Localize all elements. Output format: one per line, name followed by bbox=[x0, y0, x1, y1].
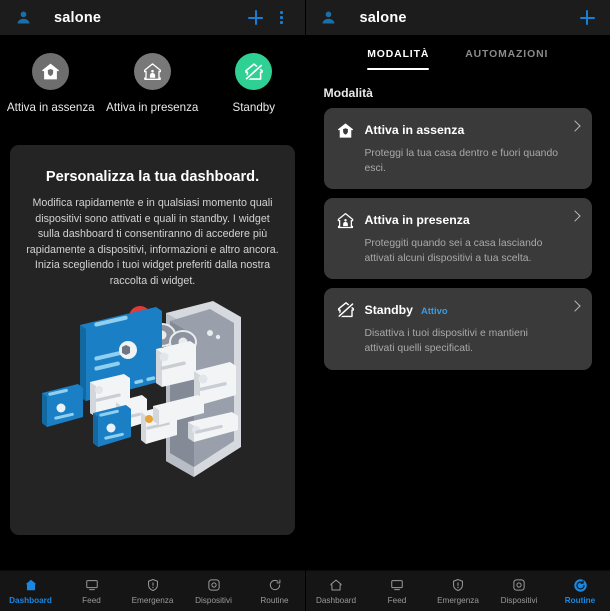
tab-label: AUTOMAZIONI bbox=[465, 49, 549, 60]
mode-card-standby[interactable]: Standby Attivo Disattiva i tuoi disposit… bbox=[323, 288, 592, 370]
nav-label: Feed bbox=[82, 595, 101, 605]
mode-shortcut-label: Attiva in assenza bbox=[6, 101, 95, 114]
plus-icon[interactable] bbox=[574, 5, 600, 31]
mode-card-title: Standby bbox=[364, 303, 414, 318]
nav-item-dashboard[interactable]: Dashboard bbox=[306, 578, 367, 605]
nav-label: Routine bbox=[260, 595, 289, 605]
nav-label: Dispositivi bbox=[500, 595, 538, 605]
nav-item-dispositivi[interactable]: Dispositivi bbox=[183, 578, 244, 605]
mode-card-description: Disattiva i tuoi dispositivi e mantieni … bbox=[364, 328, 528, 354]
devices-icon bbox=[512, 578, 526, 593]
kebab-menu-icon[interactable] bbox=[269, 5, 295, 31]
right-bottom-nav: Dashboard Feed Emergenza Dispositivi Rou… bbox=[305, 570, 610, 611]
mode-shortcuts-row: Attiva in assenza Attiva in presenza Sta… bbox=[0, 35, 305, 114]
isometric-phone-widgets-illustration bbox=[10, 292, 295, 488]
nav-item-emergenza[interactable]: Emergenza bbox=[122, 578, 183, 605]
mode-card-header: Standby Attivo bbox=[336, 300, 581, 320]
mode-card-attiva-in-assenza[interactable]: Attiva in assenza Proteggi la tua casa d… bbox=[323, 108, 592, 190]
tab-active-underline bbox=[465, 68, 548, 70]
mode-card-header: Attiva in assenza bbox=[336, 120, 581, 140]
page-title: Personalizza la tua dashboard. bbox=[45, 169, 260, 185]
left-pane-dashboard: salone Attiva in assenza Attiva in prese… bbox=[0, 0, 305, 611]
mode-shortcut-standby[interactable]: Standby bbox=[203, 53, 305, 114]
mode-shortcut-attiva-in-presenza[interactable]: Attiva in presenza bbox=[102, 53, 204, 114]
mode-card-description: Proteggiti quando sei a casa lasciando a… bbox=[364, 238, 543, 264]
tab-bar: MODALITÀ AUTOMAZIONI bbox=[306, 35, 610, 70]
house-person-icon bbox=[133, 53, 171, 90]
nav-item-routine[interactable]: Routine bbox=[244, 578, 305, 605]
nav-item-feed[interactable]: Feed bbox=[61, 578, 122, 605]
nav-label: Emergenza bbox=[131, 595, 174, 605]
person-icon[interactable] bbox=[10, 5, 36, 31]
app-screen: salone Attiva in assenza Attiva in prese… bbox=[0, 0, 610, 611]
nav-item-dispositivi[interactable]: Dispositivi bbox=[489, 578, 550, 605]
devices-icon bbox=[207, 578, 221, 593]
tab-modalita[interactable]: MODALITÀ bbox=[357, 45, 439, 70]
routine-refresh-icon bbox=[573, 578, 588, 593]
mode-card-description: Proteggi la tua casa dentro e fuori quan… bbox=[364, 148, 559, 174]
nav-item-feed[interactable]: Feed bbox=[367, 578, 428, 605]
section-label-modalita: Modalità bbox=[323, 86, 373, 100]
mode-card-attiva-in-presenza[interactable]: Attiva in presenza Proteggiti quando sei… bbox=[323, 198, 592, 280]
mode-card-header: Attiva in presenza bbox=[336, 210, 581, 230]
nav-label: Feed bbox=[387, 595, 407, 605]
mode-shortcut-label: Attiva in presenza bbox=[106, 101, 199, 114]
nav-label: Emergenza bbox=[437, 595, 479, 605]
house-slash-icon bbox=[336, 300, 356, 320]
nav-item-emergenza[interactable]: Emergenza bbox=[428, 578, 489, 605]
plus-icon[interactable] bbox=[243, 5, 269, 31]
house-shield-icon bbox=[336, 120, 356, 140]
status-badge: Attivo bbox=[421, 304, 448, 316]
mode-shortcut-attiva-in-assenza[interactable]: Attiva in assenza bbox=[0, 53, 102, 114]
home-icon bbox=[24, 578, 38, 593]
mode-card-title: Attiva in presenza bbox=[364, 213, 470, 228]
dashboard-card-description: Modifica rapidamente e in qualsiasi mome… bbox=[26, 197, 279, 287]
mode-shortcut-label: Standby bbox=[232, 101, 276, 114]
left-bottom-nav: Dashboard Feed Emergenza Dispositivi Rou… bbox=[0, 570, 305, 611]
person-icon[interactable] bbox=[316, 5, 342, 31]
monitor-icon bbox=[85, 578, 99, 593]
mode-cards-list: Attiva in assenza Proteggi la tua casa d… bbox=[306, 108, 610, 370]
nav-label: Dispositivi bbox=[195, 595, 232, 605]
nav-label: Routine bbox=[564, 595, 596, 605]
monitor-icon bbox=[390, 578, 404, 593]
mode-card-title: Attiva in assenza bbox=[364, 123, 465, 137]
shield-alert-icon bbox=[146, 578, 160, 593]
tab-label: MODALITÀ bbox=[367, 49, 430, 60]
left-app-bar-title: salone bbox=[54, 9, 102, 26]
home-icon bbox=[329, 578, 343, 593]
house-slash-icon bbox=[235, 53, 273, 90]
house-person-icon bbox=[336, 210, 356, 230]
nav-label: Dashboard bbox=[9, 595, 52, 605]
left-app-bar: salone bbox=[0, 0, 305, 35]
tab-active-underline bbox=[367, 68, 430, 70]
right-app-bar: salone bbox=[305, 0, 610, 35]
nav-item-routine[interactable]: Routine bbox=[550, 578, 610, 605]
shield-alert-icon bbox=[451, 578, 465, 593]
customize-dashboard-card: Personalizza la tua dashboard. Modifica … bbox=[10, 145, 295, 535]
house-shield-icon bbox=[32, 53, 70, 90]
tab-automazioni[interactable]: AUTOMAZIONI bbox=[455, 45, 558, 70]
routine-refresh-icon bbox=[268, 578, 282, 593]
right-pane-routine: salone MODALITÀ AUTOMAZIONI Modalità Att… bbox=[304, 0, 610, 611]
right-app-bar-title: salone bbox=[359, 9, 407, 26]
nav-item-dashboard[interactable]: Dashboard bbox=[0, 578, 61, 605]
nav-label: Dashboard bbox=[315, 595, 357, 605]
